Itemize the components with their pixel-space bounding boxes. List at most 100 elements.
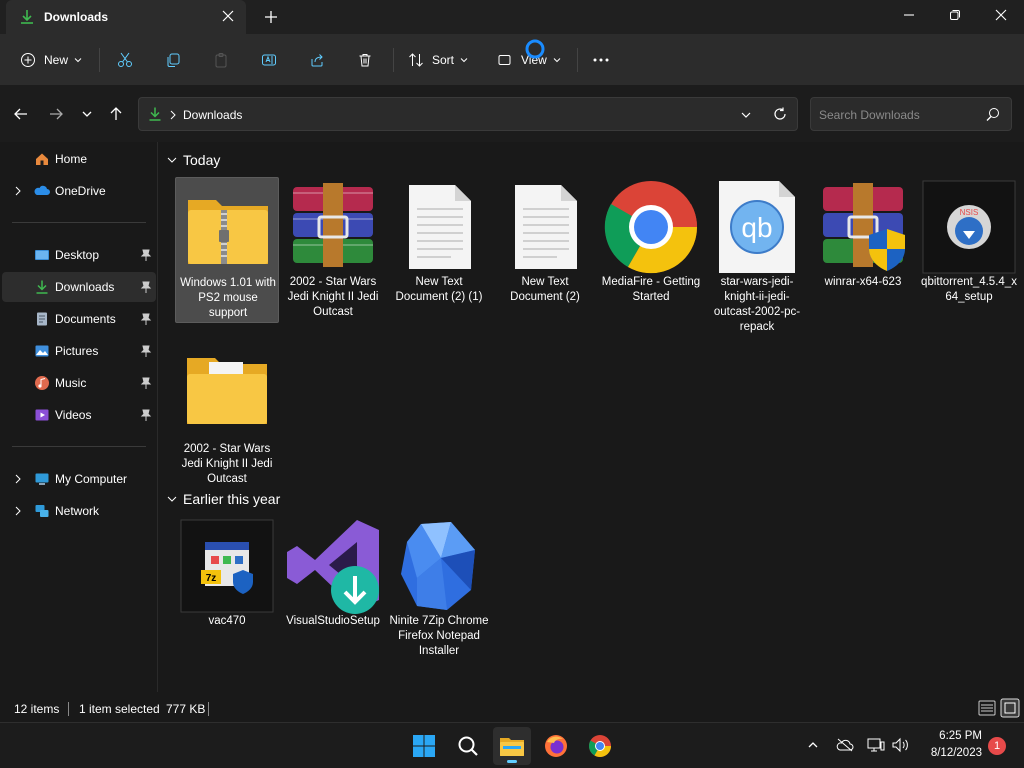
search-box[interactable] — [810, 97, 1012, 131]
file-name: star-wars-jedi-knight-ii-jedi-outcast-20… — [713, 276, 801, 333]
sort-button[interactable]: Sort — [408, 48, 468, 72]
address-bar[interactable]: Downloads — [138, 97, 798, 131]
pin-icon[interactable] — [140, 376, 152, 390]
search-button[interactable] — [449, 727, 487, 765]
system-clock[interactable]: 6:25 PM 8/12/2023 — [916, 728, 982, 762]
breadcrumb-downloads[interactable]: Downloads — [183, 108, 242, 122]
file-item[interactable]: VisualStudioSetup — [281, 516, 385, 662]
close-window-button[interactable] — [978, 0, 1024, 30]
add-icon — [21, 53, 35, 67]
chevron-right-icon[interactable] — [13, 185, 23, 197]
more-options-button[interactable] — [592, 48, 610, 72]
search-icon[interactable] — [986, 107, 1000, 121]
refresh-icon[interactable] — [773, 107, 787, 121]
chevron-down-icon — [74, 58, 82, 63]
sidebar-item-pictures[interactable]: Pictures — [2, 336, 156, 366]
chevron-down-icon — [553, 58, 561, 63]
chrome-icon — [589, 735, 611, 757]
sidebar-divider — [12, 222, 146, 223]
network-tray-icon[interactable] — [867, 736, 885, 754]
clock-date: 8/12/2023 — [930, 747, 982, 759]
pin-icon[interactable] — [140, 344, 152, 358]
chevron-right-icon[interactable] — [13, 505, 23, 517]
search-icon — [458, 736, 478, 756]
sidebar-item-label: Home — [55, 152, 88, 166]
search-input[interactable] — [819, 106, 979, 124]
back-button[interactable] — [11, 104, 31, 124]
file-item[interactable]: qb star-wars-jedi-knight-ii-jedi-outcast… — [705, 177, 809, 333]
sidebar-item-desktop[interactable]: Desktop — [2, 240, 156, 270]
sidebar-item-network[interactable]: Network — [2, 496, 156, 526]
cloud-offline-tray-icon[interactable] — [836, 736, 854, 754]
file-item[interactable]: Ninite 7Zip Chrome Firefox Notepad Insta… — [387, 516, 491, 662]
up-button[interactable] — [106, 104, 126, 124]
paste-button[interactable] — [213, 48, 229, 72]
file-name: Ninite 7Zip Chrome Firefox Notepad Insta… — [389, 615, 489, 657]
file-item[interactable]: NSIS qbittorrent_4.5.4_x64_setup — [917, 177, 1021, 323]
file-item[interactable]: 7z vac470 — [175, 516, 279, 662]
network-icon — [35, 505, 49, 517]
copy-button[interactable] — [165, 48, 181, 72]
taskbar-firefox[interactable] — [537, 727, 575, 765]
sidebar-item-my-computer[interactable]: My Computer — [2, 464, 156, 494]
share-icon — [311, 54, 323, 67]
pin-icon[interactable] — [140, 408, 152, 422]
forward-button[interactable] — [46, 104, 66, 124]
pin-icon[interactable] — [140, 248, 152, 262]
status-divider — [68, 702, 69, 716]
chevron-down-icon[interactable] — [741, 110, 751, 120]
new-tab-icon[interactable] — [262, 8, 280, 26]
clock-time: 6:25 PM — [939, 730, 982, 742]
cut-button[interactable] — [117, 48, 133, 72]
file-item[interactable]: 2002 - Star Wars Jedi Knight II Jedi Out… — [281, 177, 385, 323]
taskbar-file-explorer[interactable] — [493, 727, 531, 765]
file-item[interactable]: winrar-x64-623 — [811, 177, 915, 323]
chevron-up-icon — [808, 742, 818, 748]
minimize-icon — [904, 14, 914, 16]
tab-downloads[interactable]: Downloads — [6, 0, 246, 34]
file-item[interactable]: New Text Document (2) (1) — [387, 177, 491, 323]
file-item[interactable]: MediaFire - Getting Started — [599, 177, 703, 323]
sort-button-label: Sort — [432, 53, 455, 67]
file-name: vac470 — [208, 615, 246, 627]
file-item[interactable]: Windows 1.01 with PS2 mouse support — [175, 177, 279, 323]
sidebar-item-label: Documents — [55, 312, 116, 326]
file-item[interactable]: New Text Document (2) — [493, 177, 597, 323]
file-name: winrar-x64-623 — [824, 276, 902, 288]
desktop-icon — [35, 250, 49, 260]
group-header-earlier-this-year[interactable]: Earlier this year — [167, 491, 280, 507]
paste-icon — [215, 53, 227, 68]
onedrive-icon — [34, 185, 50, 195]
sidebar-item-music[interactable]: Music — [2, 368, 156, 398]
chevron-right-icon[interactable] — [13, 473, 23, 485]
restore-button[interactable] — [932, 0, 978, 30]
restore-icon — [950, 10, 960, 20]
sidebar-item-onedrive[interactable]: OneDrive — [2, 176, 156, 206]
show-hidden-icons-button[interactable] — [804, 736, 822, 754]
share-button[interactable] — [309, 48, 325, 72]
pin-icon[interactable] — [140, 280, 152, 294]
sidebar-item-videos[interactable]: Videos — [2, 400, 156, 430]
new-button[interactable]: New — [20, 48, 82, 72]
selection-count: 1 item selected — [79, 702, 160, 716]
taskbar-chrome[interactable] — [581, 727, 619, 765]
start-button[interactable] — [405, 727, 443, 765]
file-list: Today Windows 1.01 with PS2 mouse suppor… — [159, 142, 1024, 692]
sidebar-item-documents[interactable]: Documents — [2, 304, 156, 334]
pin-icon[interactable] — [140, 312, 152, 326]
rename-button[interactable] — [261, 48, 277, 72]
group-header-today[interactable]: Today — [167, 152, 220, 168]
minimize-button[interactable] — [886, 0, 932, 30]
recent-locations-button[interactable] — [77, 104, 97, 124]
sidebar-item-home[interactable]: Home — [2, 144, 156, 174]
details-view-icon[interactable] — [978, 700, 996, 716]
close-tab-icon[interactable] — [220, 8, 236, 24]
zip-folder-icon — [188, 200, 268, 264]
sidebar-item-downloads[interactable]: Downloads — [2, 272, 156, 302]
volume-tray-icon[interactable] — [891, 736, 909, 754]
file-item[interactable]: 2002 - Star Wars Jedi Knight II Jedi Out… — [175, 344, 279, 490]
chrome-pdf-icon — [604, 181, 698, 274]
notification-badge[interactable]: 1 — [988, 737, 1006, 755]
delete-button[interactable] — [357, 48, 373, 72]
large-icons-view-icon[interactable] — [1000, 698, 1020, 718]
